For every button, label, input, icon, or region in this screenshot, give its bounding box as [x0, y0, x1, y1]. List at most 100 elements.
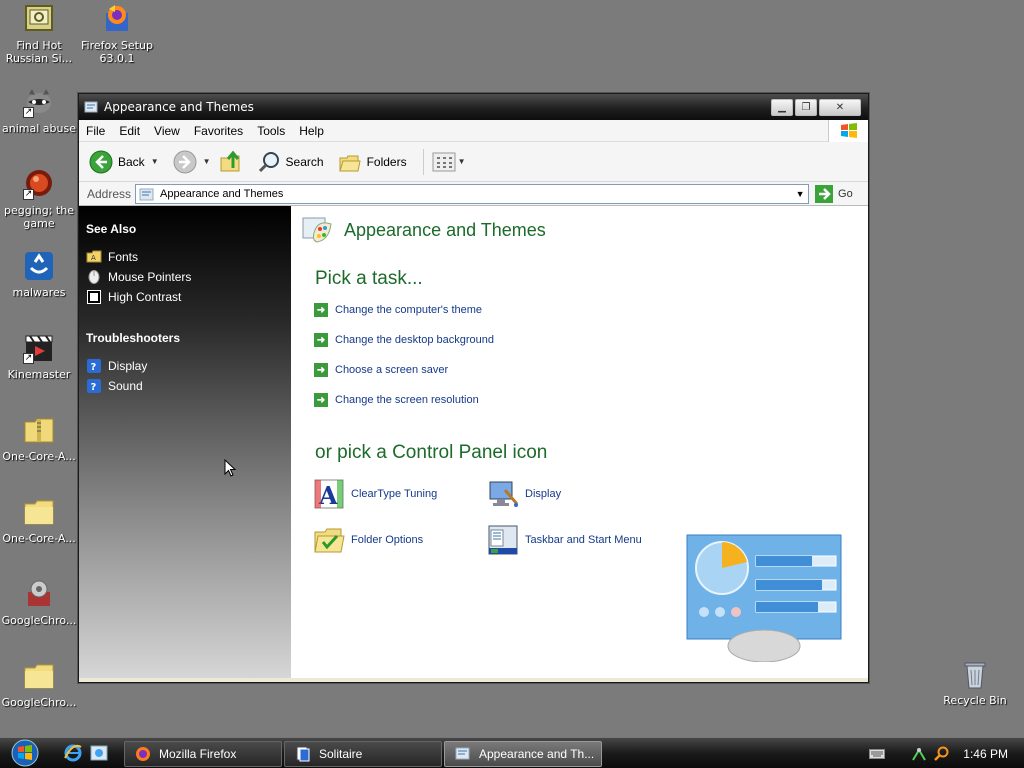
- solitaire-icon: [296, 746, 310, 762]
- address-value: Appearance and Themes: [160, 187, 284, 200]
- high-contrast-icon: [86, 289, 102, 304]
- search-button[interactable]: Search: [257, 150, 324, 174]
- back-arrow-icon: [89, 150, 113, 173]
- folders-icon: [338, 155, 361, 171]
- minimize-icon: ▁: [778, 101, 786, 113]
- see-also-mouse-pointers[interactable]: Mouse Pointers: [86, 269, 291, 284]
- go-button[interactable]: Go: [815, 184, 853, 203]
- views-button[interactable]: ▼: [432, 152, 466, 172]
- clapperboard-icon: ↗: [23, 332, 55, 364]
- explorer-window[interactable]: Appearance and Themes ▁ ❐ ✕ File Edit Vi…: [78, 93, 869, 683]
- desktop-icon-kinemaster[interactable]: ↗ Kinemaster: [0, 332, 78, 381]
- forward-button[interactable]: ▼: [173, 150, 211, 174]
- taskbar-button-appearance-themes[interactable]: Appearance and Th...: [444, 741, 602, 767]
- window-titlebar[interactable]: Appearance and Themes ▁ ❐ ✕: [79, 94, 868, 120]
- quicklaunch-ie[interactable]: [62, 742, 84, 764]
- folder-options-icon: [314, 528, 345, 553]
- svg-text:?: ?: [91, 382, 97, 393]
- troubleshooter-display[interactable]: ? Display: [86, 358, 291, 373]
- side-pane: See Also A Fonts Mouse Pointers High Con…: [79, 206, 291, 678]
- certificate-icon: [23, 3, 55, 35]
- address-input[interactable]: Appearance and Themes ▼: [135, 183, 810, 204]
- close-button[interactable]: ✕: [819, 98, 861, 116]
- back-dropdown-icon[interactable]: ▼: [151, 157, 159, 166]
- views-dropdown-icon[interactable]: ▼: [458, 157, 466, 166]
- cp-icon-taskbar-start-menu[interactable]: Taskbar and Start Menu: [487, 524, 642, 556]
- see-also-heading: See Also: [86, 222, 137, 236]
- taskbar-button-firefox[interactable]: Mozilla Firefox: [124, 741, 282, 767]
- maximize-button[interactable]: ❐: [795, 98, 817, 116]
- control-panel-icon-heading: or pick a Control Panel icon: [315, 442, 548, 463]
- up-folder-icon: [220, 150, 240, 171]
- folders-button[interactable]: Folders: [338, 150, 407, 174]
- restore-icon: ❐: [801, 101, 811, 113]
- desktop-icon-firefox-setup[interactable]: Firefox Setup 63.0.1: [78, 3, 156, 65]
- desktop-icon-malwares[interactable]: malwares: [0, 250, 78, 299]
- control-panel-icon: [455, 747, 470, 760]
- cp-icon-cleartype[interactable]: A ClearType Tuning: [313, 478, 437, 510]
- windows-logo-icon: [828, 120, 868, 142]
- taskbar-start-menu-icon: [488, 525, 518, 555]
- start-button[interactable]: [8, 738, 42, 768]
- keyboard-icon[interactable]: [869, 746, 886, 762]
- shortcut-arrow-icon: ↗: [23, 107, 34, 118]
- troubleshooters-heading: Troubleshooters: [86, 331, 181, 345]
- search-tray-icon[interactable]: [933, 746, 949, 762]
- window-title: Appearance and Themes: [104, 100, 254, 114]
- task-screen-saver[interactable]: ➜ Choose a screen saver: [314, 362, 494, 378]
- back-button[interactable]: Back ▼: [89, 150, 159, 174]
- desktop-icon-find-hot-russian[interactable]: Find Hot Russian Si...: [0, 3, 78, 65]
- desktop-icon-label: Firefox Setup 63.0.1: [81, 39, 153, 65]
- desktop-icon-recycle-bin[interactable]: Recycle Bin: [936, 658, 1014, 707]
- see-also-high-contrast[interactable]: High Contrast: [86, 289, 291, 304]
- menu-help[interactable]: Help: [292, 124, 331, 138]
- folder-icon: [23, 660, 55, 692]
- menu-favorites[interactable]: Favorites: [187, 124, 250, 138]
- task-arrow-icon: ➜: [314, 363, 328, 377]
- task-screen-resolution[interactable]: ➜ Change the screen resolution: [314, 392, 494, 408]
- up-folder-button[interactable]: [219, 150, 243, 174]
- task-change-background[interactable]: ➜ Change the desktop background: [314, 332, 494, 348]
- task-arrow-icon: ➜: [314, 333, 328, 347]
- menu-file[interactable]: File: [79, 124, 112, 138]
- desktop-icon-one-core-zip[interactable]: One-Core-A...: [0, 414, 78, 463]
- desktop-icon-one-core-folder[interactable]: One-Core-A...: [0, 496, 78, 545]
- desktop-icon-label: GoogleChro...: [1, 614, 77, 627]
- cp-icon-display[interactable]: Display: [487, 478, 561, 510]
- taskbar-button-solitaire[interactable]: Solitaire: [284, 741, 442, 767]
- toolbar: Back ▼ ▼ Search Folders ▼: [79, 142, 868, 182]
- appearance-hero-illustration: [686, 534, 842, 662]
- network-icon[interactable]: [911, 746, 927, 762]
- mouse-cursor-icon: [224, 459, 236, 477]
- menu-view[interactable]: View: [147, 124, 187, 138]
- minimize-button[interactable]: ▁: [771, 98, 793, 116]
- menu-bar: File Edit View Favorites Tools Help: [79, 120, 868, 142]
- folder-icon: [23, 496, 55, 528]
- desktop-icon-googlechrome-folder[interactable]: GoogleChro...: [0, 660, 78, 709]
- troubleshooter-sound[interactable]: ? Sound: [86, 378, 291, 393]
- task-change-theme[interactable]: ➜ Change the computer's theme: [314, 302, 494, 318]
- control-panel-icon: [139, 188, 154, 200]
- svg-text:?: ?: [91, 362, 97, 373]
- red-ball-icon: ↗: [23, 168, 55, 200]
- desktop-icon-animal-abuse[interactable]: ↗ animal abuse: [0, 86, 78, 135]
- quicklaunch-explorer[interactable]: [88, 742, 110, 764]
- main-pane: Appearance and Themes Pick a task... ➜ C…: [291, 206, 868, 678]
- desktop-icon-label: Kinemaster: [7, 368, 71, 381]
- fonts-folder-icon: A: [86, 249, 102, 264]
- menu-edit[interactable]: Edit: [112, 124, 147, 138]
- installer-icon: [23, 578, 55, 610]
- task-arrow-icon: ➜: [314, 393, 328, 407]
- shortcut-arrow-icon: ↗: [23, 189, 34, 200]
- firefox-setup-icon: [101, 3, 133, 35]
- desktop-icon-pegging[interactable]: ↗ pegging; the game: [0, 168, 78, 230]
- clock[interactable]: 1:46 PM: [963, 747, 1008, 761]
- forward-dropdown-icon[interactable]: ▼: [203, 157, 211, 166]
- menu-tools[interactable]: Tools: [250, 124, 292, 138]
- search-icon: [258, 151, 279, 172]
- see-also-fonts[interactable]: A Fonts: [86, 249, 291, 264]
- cp-icon-folder-options[interactable]: Folder Options: [313, 524, 423, 556]
- close-icon: ✕: [835, 101, 845, 113]
- desktop-icon-googlechrome-installer[interactable]: GoogleChro...: [0, 578, 78, 627]
- address-dropdown-icon[interactable]: ▼: [792, 185, 808, 203]
